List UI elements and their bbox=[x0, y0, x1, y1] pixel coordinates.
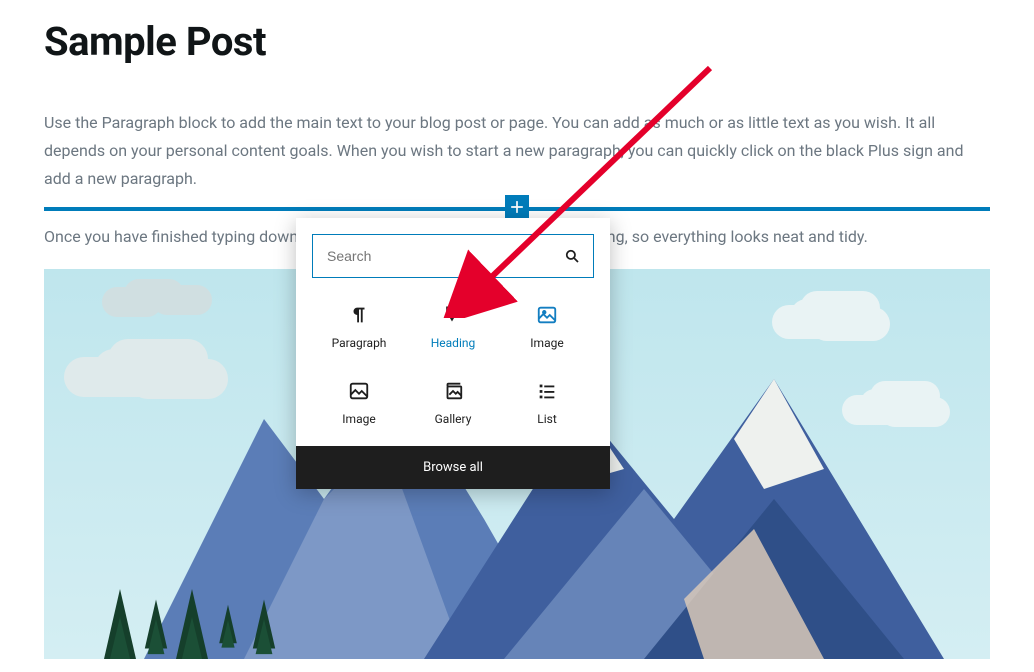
heading-icon bbox=[442, 304, 464, 326]
search-input[interactable] bbox=[325, 247, 563, 265]
paragraph-block-1[interactable]: Use the Paragraph block to add the main … bbox=[44, 109, 990, 193]
block-label: Image bbox=[530, 336, 563, 350]
list-icon bbox=[536, 380, 558, 402]
block-item-image[interactable]: Image bbox=[500, 298, 594, 356]
block-item-heading[interactable]: Heading bbox=[406, 298, 500, 356]
post-title[interactable]: Sample Post bbox=[44, 18, 990, 65]
image-icon bbox=[348, 380, 370, 402]
plus-icon bbox=[507, 197, 527, 217]
block-label: Image bbox=[342, 412, 375, 426]
block-grid: Paragraph Heading Image bbox=[296, 294, 610, 446]
block-item-paragraph[interactable]: Paragraph bbox=[312, 298, 406, 356]
block-label: Paragraph bbox=[332, 336, 387, 350]
cloud-decoration bbox=[124, 279, 184, 309]
block-label: Heading bbox=[431, 336, 476, 350]
block-label: Gallery bbox=[435, 412, 472, 426]
editor-canvas: Sample Post Use the Paragraph block to a… bbox=[0, 0, 1034, 672]
gallery-icon bbox=[442, 380, 464, 402]
browse-all-button[interactable]: Browse all bbox=[296, 446, 610, 489]
block-inserter-popover: Paragraph Heading Image bbox=[296, 218, 610, 489]
add-block-button[interactable] bbox=[505, 195, 529, 219]
block-label: List bbox=[537, 412, 557, 426]
image-icon bbox=[536, 304, 558, 326]
block-item-image-2[interactable]: Image bbox=[312, 374, 406, 432]
cloud-decoration bbox=[790, 299, 870, 333]
search-field[interactable] bbox=[312, 234, 594, 278]
block-item-gallery[interactable]: Gallery bbox=[406, 374, 500, 432]
search-container bbox=[296, 218, 610, 294]
block-item-list[interactable]: List bbox=[500, 374, 594, 432]
paragraph-icon bbox=[348, 304, 370, 326]
trees-decoration bbox=[104, 589, 280, 659]
search-icon bbox=[563, 247, 581, 265]
